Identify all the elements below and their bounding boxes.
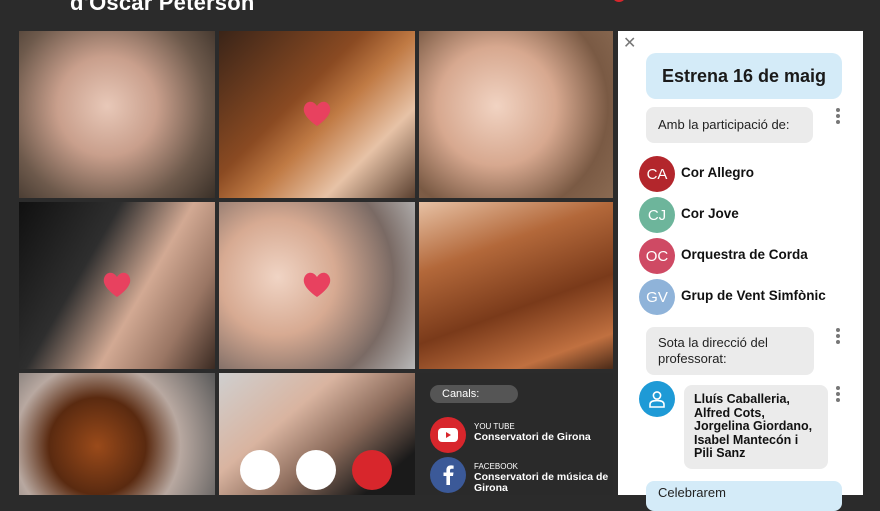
group-name: Cor Allegro bbox=[681, 165, 755, 180]
heart-icon[interactable] bbox=[101, 268, 133, 300]
headline-bubble: Estrena 16 de maig bbox=[646, 53, 842, 99]
top-accent-mark bbox=[612, 0, 626, 2]
group-avatar: CA bbox=[639, 156, 675, 192]
more-options-icon[interactable] bbox=[836, 108, 840, 126]
group-avatar: GV bbox=[639, 279, 675, 315]
group-name: Grup de Vent Simfònic bbox=[681, 288, 826, 303]
group-avatar: OC bbox=[639, 238, 675, 274]
violin-playing-photo bbox=[219, 31, 415, 198]
teachers-bubble: Lluís Caballeria, Alfred Cots, Jorgelina… bbox=[684, 385, 828, 469]
youtube-icon bbox=[430, 417, 466, 453]
facebook-icon bbox=[430, 457, 466, 493]
more-options-icon[interactable] bbox=[836, 386, 840, 404]
direction-bubble: Sota la direcció del professorat: bbox=[646, 327, 814, 375]
round-button[interactable] bbox=[296, 450, 336, 490]
child-singing-photo bbox=[19, 31, 215, 198]
participation-bubble: Amb la participació de: bbox=[646, 107, 813, 143]
round-button[interactable] bbox=[240, 450, 280, 490]
violin-scroll-photo bbox=[19, 373, 215, 495]
round-button-red[interactable] bbox=[352, 450, 392, 490]
cello-bow-photo bbox=[419, 202, 613, 369]
channels-label: Canals: bbox=[430, 385, 518, 403]
girl-singing-photo bbox=[419, 31, 613, 198]
group-avatar: CJ bbox=[639, 197, 675, 233]
channel-kicker: YOU TUBE bbox=[474, 422, 515, 431]
group-name: Cor Jove bbox=[681, 206, 739, 221]
close-icon[interactable]: ✕ bbox=[623, 36, 636, 52]
right-edge bbox=[863, 31, 880, 495]
channel-kicker: FACEBOOK bbox=[474, 462, 519, 471]
heart-icon[interactable] bbox=[301, 268, 333, 300]
poster-title: d'Oscar Peterson bbox=[70, 0, 255, 15]
more-options-icon[interactable] bbox=[836, 328, 840, 346]
heart-icon[interactable] bbox=[301, 97, 333, 129]
footer-bubble: Celebrarem bbox=[646, 481, 842, 511]
channel-name: Conservatori de música de Girona bbox=[474, 471, 609, 494]
boy-singing-photo bbox=[219, 202, 415, 369]
person-avatar-icon bbox=[639, 381, 675, 417]
chat-panel: ✕ Estrena 16 de maig Amb la participació… bbox=[618, 31, 863, 511]
clarinet-photo bbox=[19, 202, 215, 369]
channels-panel: Canals: YOU TUBE Conservatori de Girona … bbox=[415, 373, 613, 495]
channel-name: Conservatori de Girona bbox=[474, 431, 591, 443]
group-name: Orquestra de Corda bbox=[681, 247, 808, 262]
